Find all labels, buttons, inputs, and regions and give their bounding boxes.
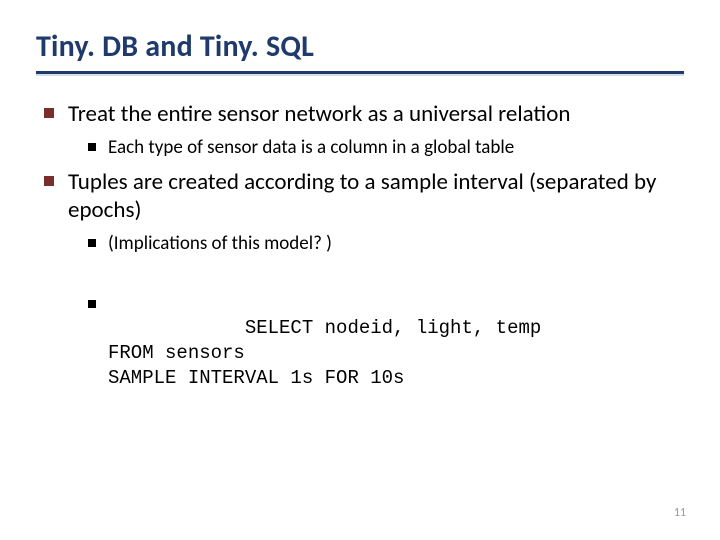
bullet-item: Tuples are created according to a sample… — [40, 168, 684, 415]
bullet-list: Treat the entire sensor network as a uni… — [40, 100, 684, 415]
code-line: SELECT nodeid, light, temp FROM sensors … — [86, 292, 684, 415]
bullet-item: Treat the entire sensor network as a uni… — [40, 100, 684, 160]
bullet-text: Treat the entire sensor network as a uni… — [68, 100, 570, 128]
bullet-text: Tuples are created according to a sample… — [68, 168, 656, 224]
sub-bullet-text: Each type of sensor data is a column in … — [108, 136, 514, 159]
slide: Tiny. DB and Tiny. SQL Treat the entire … — [0, 0, 720, 540]
sub-bullet-text: (Implications of this model? ) — [108, 232, 332, 255]
sub-bullet-item: Each type of sensor data is a column in … — [86, 136, 684, 160]
code-block: SELECT nodeid, light, temp FROM sensors … — [86, 292, 684, 415]
code-text: SELECT nodeid, light, temp FROM sensors … — [108, 317, 541, 388]
slide-title: Tiny. DB and Tiny. SQL — [36, 28, 684, 65]
sub-bullet-item: (Implications of this model? ) — [86, 232, 684, 256]
sub-bullet-list: (Implications of this model? ) — [86, 232, 684, 256]
sub-bullet-list: Each type of sensor data is a column in … — [86, 136, 684, 160]
spacer — [68, 262, 684, 284]
slide-content: Treat the entire sensor network as a uni… — [36, 100, 684, 415]
title-rule-light — [36, 74, 684, 76]
page-number: 11 — [674, 506, 686, 520]
